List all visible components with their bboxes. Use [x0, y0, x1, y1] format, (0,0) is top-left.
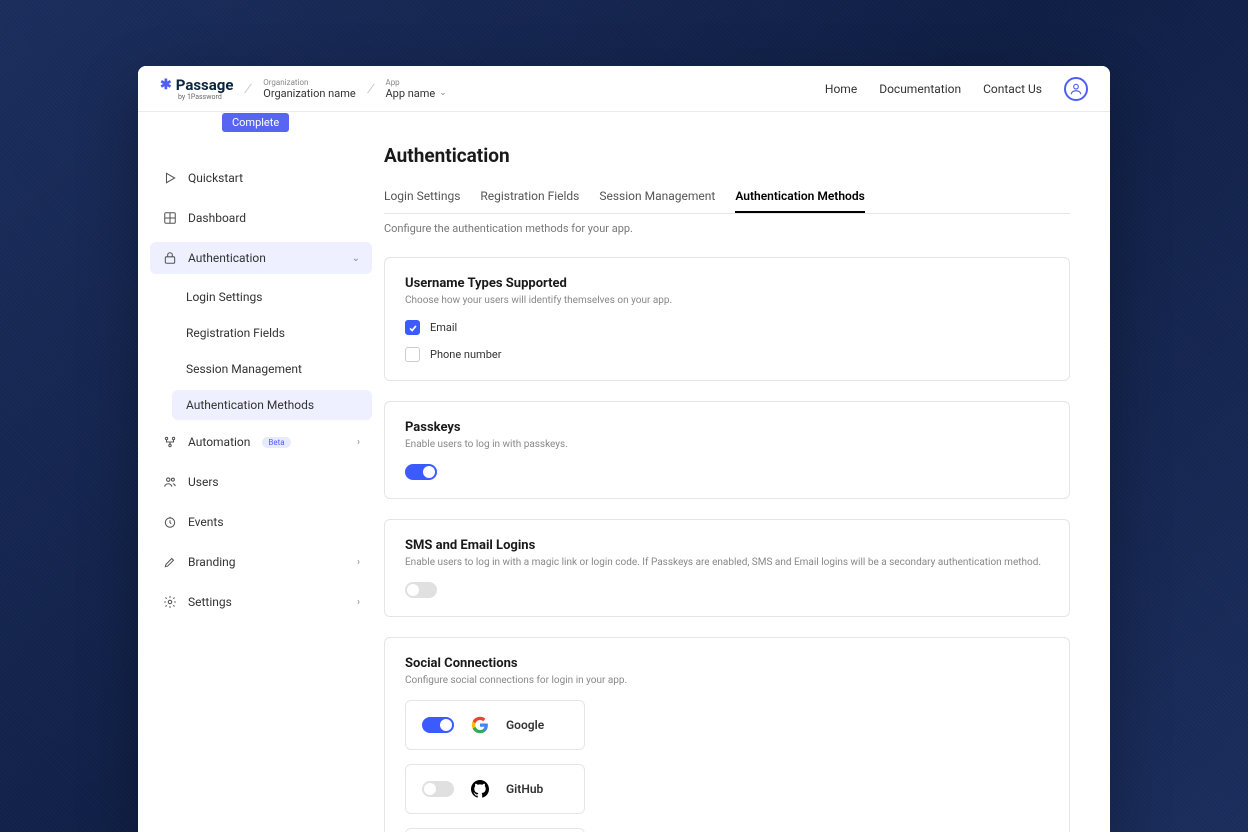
- brush-icon: [162, 554, 178, 570]
- sidebar-item-settings[interactable]: Settings ›: [150, 586, 372, 618]
- passage-logo-icon: ✱: [160, 77, 172, 93]
- sidebar-item-label: Branding: [188, 555, 236, 569]
- card-description: Choose how your users will identify them…: [405, 295, 1049, 306]
- logo-text: Passage: [176, 76, 234, 94]
- user-avatar-icon[interactable]: [1064, 77, 1088, 101]
- checkbox-phone[interactable]: [405, 347, 420, 362]
- github-icon: [470, 779, 490, 799]
- checkbox-label: Phone number: [430, 348, 501, 361]
- sidebar-item-dashboard[interactable]: Dashboard: [150, 202, 372, 234]
- automation-icon: [162, 434, 178, 450]
- sidebar-item-label: Automation: [188, 435, 250, 449]
- sidebar-item-label: Users: [188, 475, 219, 489]
- main-content: Authentication Login Settings Registrati…: [384, 112, 1110, 832]
- complete-badge: Complete: [222, 113, 289, 132]
- nav-home[interactable]: Home: [825, 82, 857, 96]
- sidebar-item-label: Authentication: [188, 251, 266, 265]
- nav-contact[interactable]: Contact Us: [983, 82, 1042, 96]
- social-provider-google[interactable]: Google: [405, 700, 585, 750]
- card-passkeys: Passkeys Enable users to log in with pas…: [384, 401, 1070, 499]
- breadcrumb-separator: /: [243, 80, 253, 97]
- page-title: Authentication: [384, 144, 1070, 167]
- card-social-connections: Social Connections Configure social conn…: [384, 637, 1070, 832]
- social-provider-github[interactable]: GitHub: [405, 764, 585, 814]
- chevron-right-icon: ›: [357, 597, 360, 608]
- lock-icon: [162, 250, 178, 266]
- nav-documentation[interactable]: Documentation: [879, 82, 961, 96]
- sidebar-subitem-session-management[interactable]: Session Management: [172, 354, 372, 384]
- card-title: Passkeys: [405, 420, 1049, 435]
- sidebar-item-label: Quickstart: [188, 171, 243, 185]
- chevron-down-icon: ⌄: [439, 88, 447, 98]
- play-icon: [162, 170, 178, 186]
- toggle-google[interactable]: [422, 717, 454, 733]
- sidebar-item-label: Settings: [188, 595, 232, 609]
- sidebar-item-quickstart[interactable]: Quickstart: [150, 162, 372, 194]
- google-icon: [470, 715, 490, 735]
- events-icon: [162, 514, 178, 530]
- sidebar-item-authentication[interactable]: Authentication ⌄: [150, 242, 372, 274]
- sidebar-item-events[interactable]: Events: [150, 506, 372, 538]
- sidebar-item-users[interactable]: Users: [150, 466, 372, 498]
- tab-authentication-methods[interactable]: Authentication Methods: [735, 189, 864, 213]
- chevron-right-icon: ›: [357, 437, 360, 448]
- tabs: Login Settings Registration Fields Sessi…: [384, 189, 1070, 214]
- card-sms-email: SMS and Email Logins Enable users to log…: [384, 519, 1070, 617]
- checkbox-label: Email: [430, 321, 457, 334]
- users-icon: [162, 474, 178, 490]
- tab-session-management[interactable]: Session Management: [599, 189, 715, 213]
- sidebar-subitem-login-settings[interactable]: Login Settings: [172, 282, 372, 312]
- sidebar-item-label: Events: [188, 515, 224, 529]
- dashboard-icon: [162, 210, 178, 226]
- logo[interactable]: ✱ Passage by 1Password: [160, 76, 233, 101]
- card-description: Enable users to log in with passkeys.: [405, 439, 1049, 450]
- beta-badge: Beta: [262, 437, 290, 448]
- breadcrumb-organization[interactable]: Organization Organization name: [263, 78, 355, 100]
- card-description: Enable users to log in with a magic link…: [405, 557, 1049, 568]
- social-provider-name: GitHub: [506, 782, 543, 796]
- card-title: SMS and Email Logins: [405, 538, 1049, 553]
- header: ✱ Passage by 1Password / Organization Or…: [138, 66, 1110, 112]
- tab-login-settings[interactable]: Login Settings: [384, 189, 460, 213]
- sidebar-subitem-registration-fields[interactable]: Registration Fields: [172, 318, 372, 348]
- checkbox-email[interactable]: [405, 320, 420, 335]
- sidebar-item-automation[interactable]: Automation Beta ›: [150, 426, 372, 458]
- breadcrumb-app[interactable]: App App name ⌄: [385, 78, 446, 100]
- card-title: Username Types Supported: [405, 276, 1049, 291]
- sidebar-item-label: Dashboard: [188, 211, 246, 225]
- breadcrumb-separator: /: [366, 80, 376, 97]
- checkbox-row-phone[interactable]: Phone number: [405, 347, 1049, 362]
- card-title: Social Connections: [405, 656, 1049, 671]
- chevron-right-icon: ›: [357, 557, 360, 568]
- checkbox-row-email[interactable]: Email: [405, 320, 1049, 335]
- chevron-down-icon: ⌄: [352, 253, 360, 264]
- sidebar: Quickstart Dashboard Authentication ⌄ Lo…: [138, 112, 384, 832]
- social-provider-apple[interactable]: Apple: [405, 828, 585, 832]
- sidebar-subitem-authentication-methods[interactable]: Authentication Methods: [172, 390, 372, 420]
- logo-subtext: by 1Password: [178, 93, 222, 101]
- social-provider-name: Google: [506, 718, 544, 732]
- page-subtitle: Configure the authentication methods for…: [384, 222, 1070, 235]
- gear-icon: [162, 594, 178, 610]
- tab-registration-fields[interactable]: Registration Fields: [480, 189, 579, 213]
- card-description: Configure social connections for login i…: [405, 675, 1049, 686]
- app-window: ✱ Passage by 1Password / Organization Or…: [138, 66, 1110, 832]
- card-username-types: Username Types Supported Choose how your…: [384, 257, 1070, 381]
- toggle-sms-email[interactable]: [405, 582, 437, 598]
- toggle-github[interactable]: [422, 781, 454, 797]
- sidebar-item-branding[interactable]: Branding ›: [150, 546, 372, 578]
- toggle-passkeys[interactable]: [405, 464, 437, 480]
